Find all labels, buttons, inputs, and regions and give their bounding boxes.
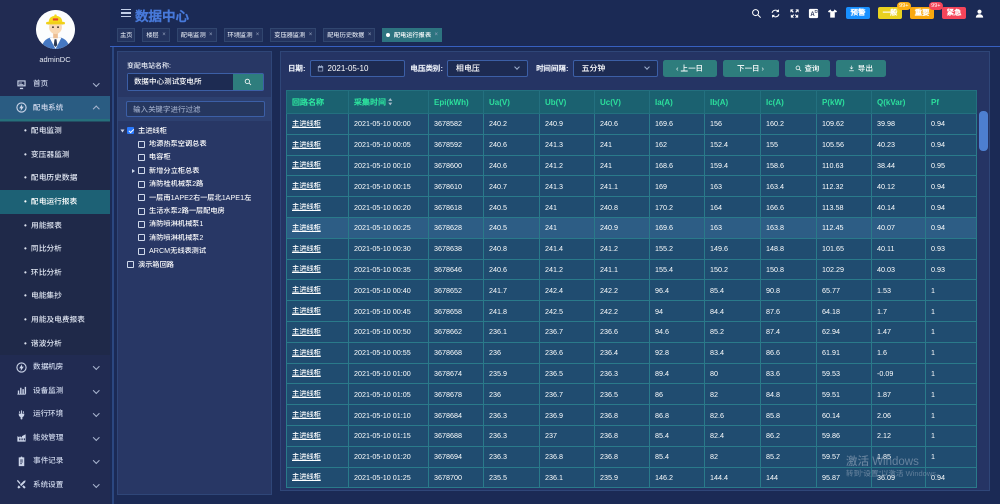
svg-text:A: A: [810, 11, 815, 17]
